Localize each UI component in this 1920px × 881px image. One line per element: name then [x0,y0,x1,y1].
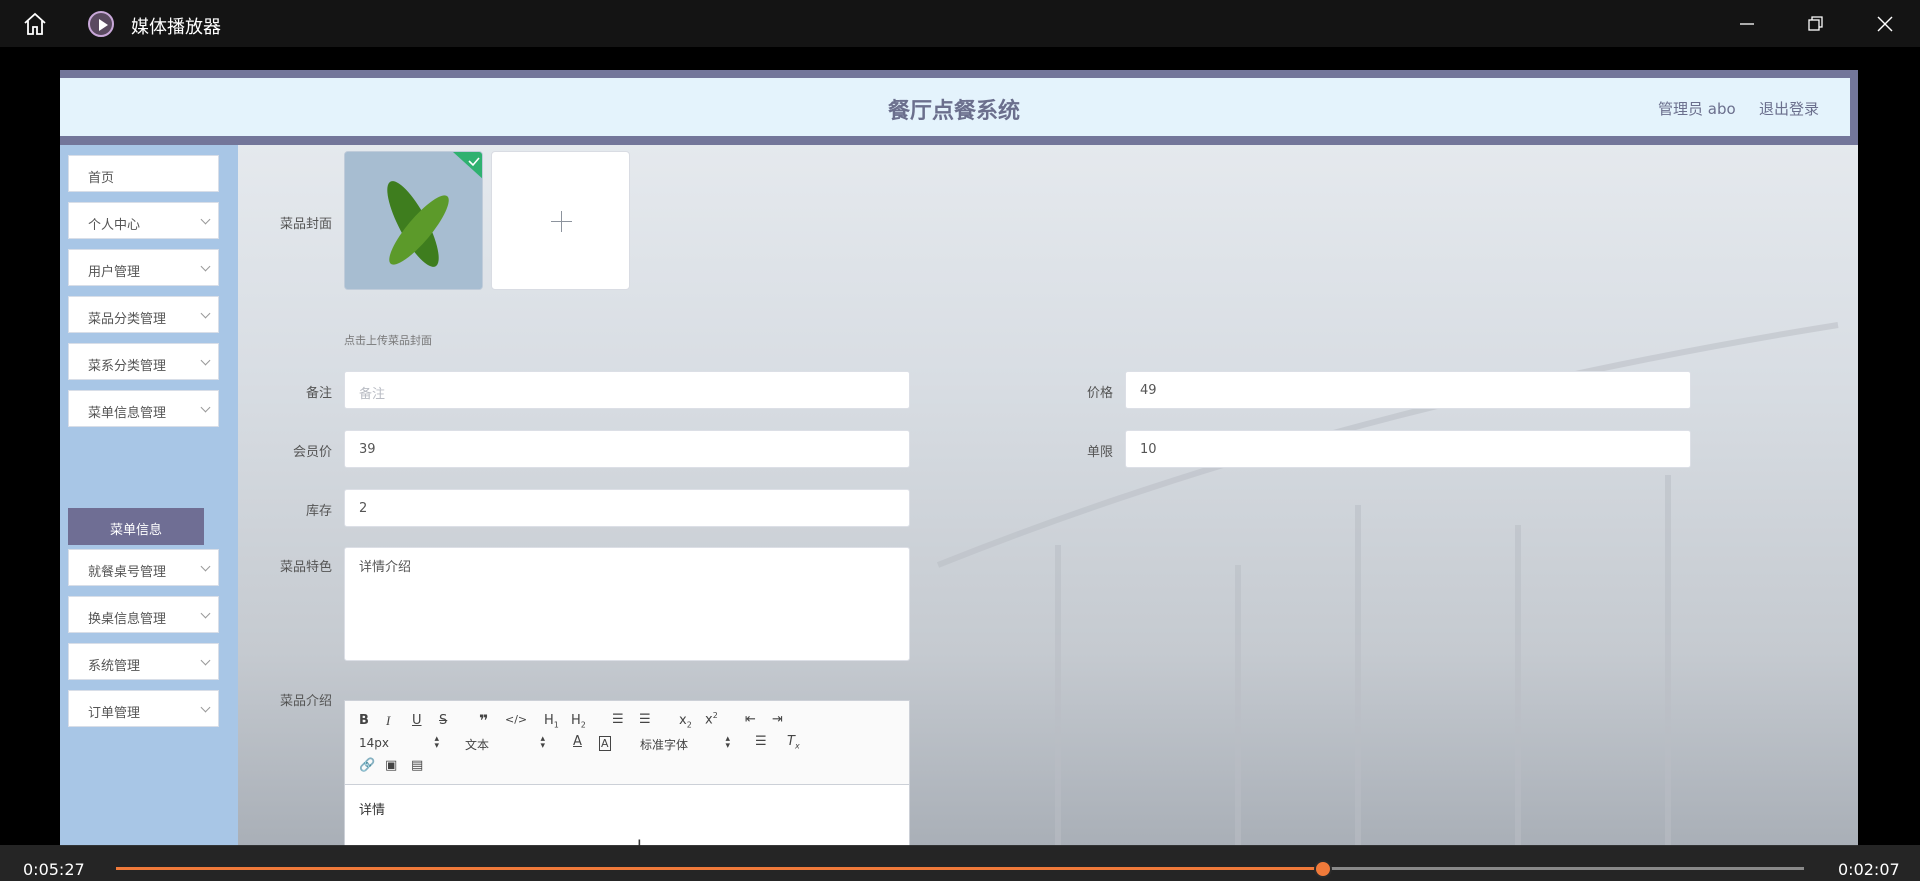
cucumber-image [345,152,482,289]
rich-text-editor: B I U S ❞ </> H1 H2 ☰ ☰ x2 x2 ⇤ ⇥ 14px ▴ ▾… [344,700,910,846]
sidebar-item-user-management[interactable]: 用户管理 [68,249,219,286]
feature-textarea[interactable]: 详情介绍 [344,547,910,661]
video-frame: 餐厅点餐系统 管理员 abo 退出登录 首页 个人中心 用户管理 菜品分类管理 … [60,70,1858,846]
bullet-list-icon[interactable]: ☰ [639,712,651,727]
price-input[interactable]: 49 [1125,371,1691,409]
site-header: 餐厅点餐系统 管理员 abo 退出登录 [60,78,1850,136]
media-player-logo-icon [88,11,114,37]
sidebar-item-order-management[interactable]: 订单管理 [68,690,219,727]
member-price-input[interactable]: 39 [344,430,910,468]
font-color-icon[interactable]: A [573,734,582,749]
upload-cover-button[interactable] [491,151,630,290]
video-icon[interactable]: ▤ [411,758,423,773]
restore-icon[interactable] [1801,10,1829,38]
outdent-icon[interactable]: ⇤ [745,712,756,727]
chevron-down-icon [200,261,211,272]
editor-toolbar: B I U S ❞ </> H1 H2 ☰ ☰ x2 x2 ⇤ ⇥ 14px ▴ ▾… [345,701,909,785]
dish-cover-thumbnail[interactable] [344,151,483,290]
sidebar-item-table-number[interactable]: 就餐桌号管理 [68,549,219,586]
text-format-select[interactable]: 文本 ▴ ▾ [465,734,545,753]
link-icon[interactable]: 🔗 [359,758,375,773]
sidebar-subitem-menu-info[interactable]: 菜单信息 [68,508,204,545]
logout-link[interactable]: 退出登录 [1759,98,1819,119]
chevron-down-icon [200,561,211,572]
sidebar-item-table-change[interactable]: 换桌信息管理 [68,596,219,633]
limit-label: 单限 [1086,445,1113,460]
ordered-list-icon[interactable]: ☰ [612,712,624,727]
playback-controls: 0:05:27 0:02:07 [0,845,1920,881]
chevron-down-icon [200,655,211,666]
cover-label: 菜品封面 [279,217,332,232]
minimize-icon[interactable] [1733,10,1761,38]
sidebar-item-menu-info-management[interactable]: 菜单信息管理 [68,390,219,427]
intro-label: 菜品介绍 [279,694,332,709]
strikethrough-icon[interactable]: S [439,713,447,728]
superscript-icon[interactable]: x2 [705,711,718,727]
member-price-label: 会员价 [292,445,332,460]
editor-content[interactable]: 详情 [359,799,385,818]
sidebar: 首页 个人中心 用户管理 菜品分类管理 菜系分类管理 菜单信息管理 菜单信息 就… [60,145,238,846]
form-area: 菜品封面 点击上传菜品封面 备注 备注 价格 49 会员价 39 单限 10 库… [238,145,1850,846]
system-title: 餐厅点餐系统 [888,99,1021,124]
home-icon[interactable] [22,12,48,36]
align-icon[interactable]: ☰ [755,734,767,749]
bold-icon[interactable]: B [359,713,369,728]
chevron-down-icon [200,608,211,619]
seek-bar-progress [116,867,1323,870]
select-arrow-icon: ▴ ▾ [540,734,545,751]
stock-input[interactable]: 2 [344,489,910,527]
cover-upload-tip: 点击上传菜品封面 [344,334,432,347]
select-arrow-icon: ▴ ▾ [434,734,439,751]
chevron-down-icon [200,308,211,319]
select-arrow-icon: ▴ ▾ [725,734,730,751]
limit-input[interactable]: 10 [1125,430,1691,468]
font-size-select[interactable]: 14px ▴ ▾ [359,734,439,751]
indent-icon[interactable]: ⇥ [772,712,783,727]
chevron-down-icon [200,702,211,713]
blockquote-icon[interactable]: ❞ [479,711,488,730]
sidebar-item-cuisine-category[interactable]: 菜系分类管理 [68,343,219,380]
price-label: 价格 [1086,386,1113,401]
italic-icon[interactable]: I [386,713,390,729]
underline-icon[interactable]: U [412,713,422,728]
current-time: 0:05:27 [23,860,85,879]
chevron-down-icon [200,214,211,225]
sidebar-item-dish-category[interactable]: 菜品分类管理 [68,296,219,333]
background-color-icon[interactable]: A [599,736,611,751]
admin-user-label: 管理员 abo [1658,100,1736,118]
feature-label: 菜品特色 [279,560,332,575]
image-icon[interactable]: ▣ [385,758,397,773]
code-block-icon[interactable]: </> [505,713,527,726]
close-icon[interactable] [1871,10,1899,38]
chevron-down-icon [200,355,211,366]
heading-1-icon[interactable]: H1 [544,713,559,730]
font-family-select[interactable]: 标准字体 ▴ ▾ [640,734,730,753]
clear-format-icon[interactable]: Tx [787,734,800,751]
remark-label: 备注 [305,386,332,401]
seek-bar[interactable] [116,860,1804,878]
heading-2-icon[interactable]: H2 [571,713,586,730]
sidebar-item-home[interactable]: 首页 [68,155,219,192]
sidebar-item-system-management[interactable]: 系统管理 [68,643,219,680]
seek-bar-thumb[interactable] [1313,860,1332,878]
sidebar-item-personal-center[interactable]: 个人中心 [68,202,219,239]
chevron-down-icon [200,402,211,413]
subscript-icon[interactable]: x2 [679,713,692,730]
remaining-time: 0:02:07 [1838,860,1900,879]
stock-label: 库存 [305,504,332,519]
app-title: 媒体播放器 [131,17,221,38]
remark-input[interactable]: 备注 [344,371,910,409]
player-title-bar: 媒体播放器 [0,0,1920,47]
